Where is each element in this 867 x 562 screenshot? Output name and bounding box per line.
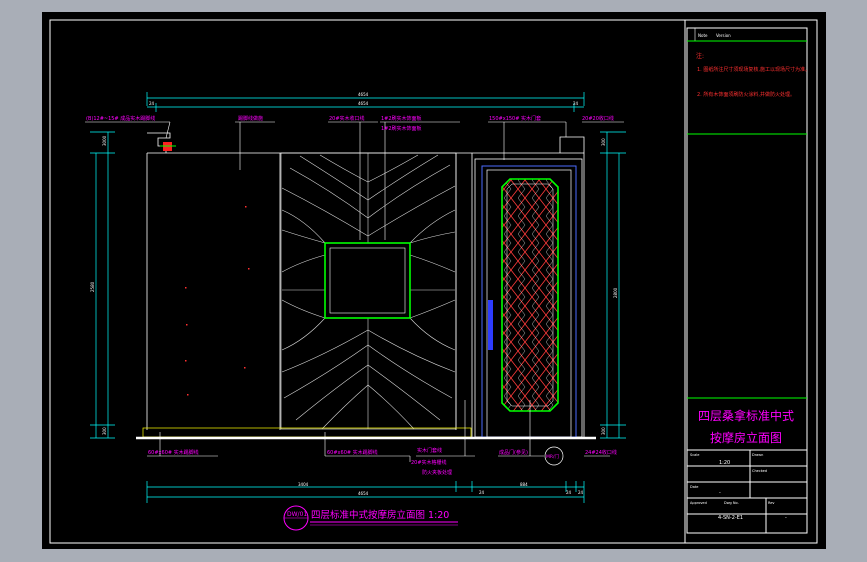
drawing-no-value: 4-SN-2-E1	[718, 515, 743, 521]
dim-overall-top: 4654	[358, 92, 369, 97]
approved-label: Approved	[690, 501, 707, 505]
dim-right-bottom: 300	[601, 427, 606, 435]
title-tag: DW/01	[287, 511, 307, 518]
note-top-right-1: 150#x150# 实木门套	[489, 115, 541, 122]
note-2: 2. 所有木饰面须刷防火涂料,并做防火处理。	[697, 91, 795, 98]
note-bottom-mid-2: 20#实木格栅线	[411, 459, 447, 466]
rev-label: Rev	[768, 501, 775, 505]
center-niche-frame	[324, 242, 411, 319]
dim-left-offset-top: 24	[149, 101, 155, 106]
date-label: Date	[690, 485, 698, 489]
note-top-left-2: 踢脚线做施	[238, 115, 263, 122]
note-bottom-right-2: 24#24收口线	[585, 449, 617, 456]
left-panel-texture	[185, 206, 250, 396]
note-top-left-1: (B)12#~15# 成品实木踢脚线	[86, 115, 155, 122]
dim-bottom-main: 3404	[298, 482, 309, 487]
note-bottom-mid-1: 实木门套线	[417, 447, 442, 454]
cornice-right	[559, 136, 585, 153]
dim-left-bottom: 300	[102, 427, 107, 435]
dim-overall-top-2: 4654	[358, 101, 369, 106]
dim-right-top: 300	[601, 138, 606, 146]
right-dimensions	[600, 131, 626, 439]
drawn-label: Drawn	[752, 453, 763, 457]
wall-elevation	[136, 132, 596, 440]
checked-label: Checked	[752, 469, 767, 473]
note-1: 1. 图纸所注尺寸须现场复核,施工以现场尺寸为准。	[697, 66, 810, 73]
note-bottom-center: 60#x60# 实木踢脚线	[327, 449, 378, 456]
dim-bottom-mid: 24	[479, 490, 485, 495]
note-1-text: 1. 图纸所注尺寸须现场复核,施工以现场尺寸为准。	[697, 66, 810, 73]
drawing-no-label: Dwg No.	[724, 501, 739, 505]
scale-label: Scale	[690, 453, 699, 457]
project-name-line-2: 按摩房立面图	[710, 430, 782, 445]
note-bottom-mid-3: 防火夹板处理	[422, 469, 452, 476]
note-top-center-2: 1#2刷实木饰面板	[381, 115, 422, 122]
door-side-strip	[488, 300, 493, 350]
notes-label: 注:	[696, 52, 704, 60]
tb-header-right: Version	[716, 33, 731, 38]
dim-left-height: 2580	[90, 281, 95, 292]
dim-bottom-r1: 24	[566, 490, 572, 495]
dim-left-top: 3000	[102, 135, 107, 146]
note-top-right-2: 20#20收口线	[582, 115, 614, 122]
title-block: Note Version 注: 1. 图纸所注尺寸须现场复核,施工以现场尺寸为准…	[684, 20, 810, 543]
tb-header-left: Note	[698, 33, 708, 38]
elevation-drawing: Note Version 注: 1. 图纸所注尺寸须现场复核,施工以现场尺寸为准…	[49, 19, 818, 544]
note-bottom-right-1: 成品门(参见)	[499, 449, 528, 456]
scale-value: 1:20	[719, 460, 730, 466]
project-name-line-1: 四层桑拿标准中式	[698, 408, 794, 423]
dim-bottom-overall: 4654	[358, 491, 369, 496]
dim-right-offset-top: 24	[573, 101, 579, 106]
skirting	[142, 427, 472, 438]
note-2-text: 2. 所有木饰面须刷防火涂料,并做防火处理。	[697, 91, 795, 98]
rev-value: -	[785, 515, 787, 521]
title-text: 四层标准中式按摩房立面图 1:20	[311, 509, 449, 521]
note-bottom-left: 60#x60# 实木踢脚线	[148, 449, 199, 456]
date-value: -	[719, 490, 721, 496]
door-lattice-panel	[501, 178, 559, 412]
door-tag: MR/门	[546, 453, 560, 460]
note-top-center-3: 1#2刷实木饰面板	[381, 125, 422, 132]
dim-bottom-r2: 24	[578, 490, 584, 495]
note-top-center-1: 20#实木收口线	[329, 115, 365, 122]
drawing-title: DW/01 四层标准中式按摩房立面图 1:20	[283, 505, 458, 531]
dim-bottom-door: 884	[520, 482, 528, 487]
dim-right-height: 2800	[613, 287, 618, 298]
